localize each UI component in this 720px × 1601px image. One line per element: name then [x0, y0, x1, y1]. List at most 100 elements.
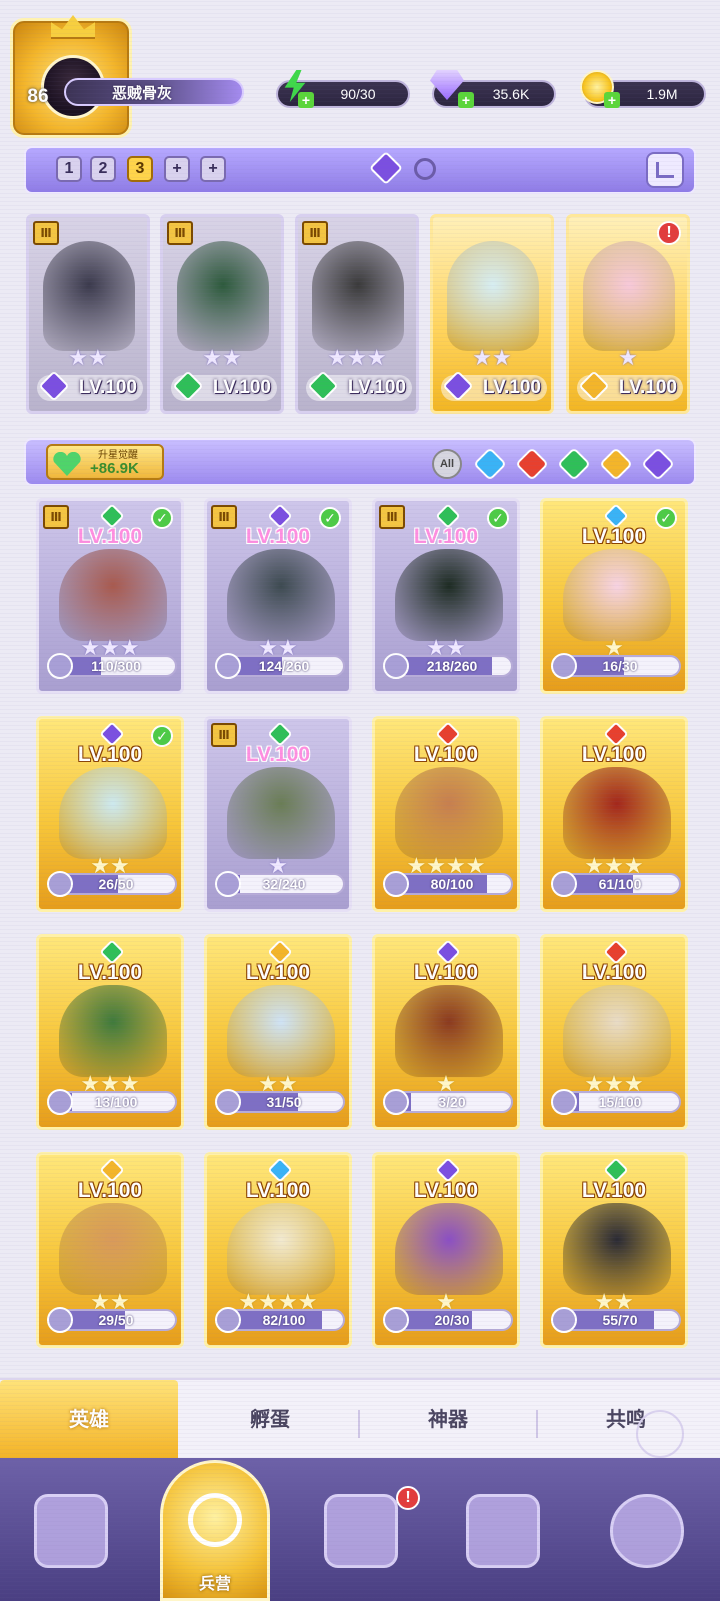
shard-count: 80/100 — [430, 876, 474, 892]
check-icon: ✓ — [151, 725, 173, 747]
rank-badge-icon: Ⅲ — [33, 221, 59, 245]
search-icon[interactable] — [414, 158, 436, 180]
shard-icon — [47, 653, 73, 679]
player-level: 86 — [27, 86, 49, 107]
tab-artifacts[interactable]: 神器 — [362, 1398, 534, 1442]
hero-card[interactable]: LV.100 ★ 16/30 ✓ — [540, 498, 688, 694]
star-awaken-value: +86.9K — [90, 460, 139, 477]
hero-card[interactable]: LV.100 ★★ 55/70 — [540, 1152, 688, 1348]
guild-nav-icon[interactable] — [610, 1494, 684, 1568]
team-slot-add-2[interactable]: + — [200, 156, 226, 182]
energy-plus-button[interactable]: + — [298, 92, 314, 108]
shard-count: 15/100 — [598, 1094, 642, 1110]
team-slot-2[interactable]: 2 — [90, 156, 116, 182]
hero-portrait — [227, 1203, 335, 1295]
floating-ring-icon[interactable] — [636, 1410, 684, 1458]
gems-plus-button[interactable]: + — [458, 92, 474, 108]
hero-portrait — [395, 985, 503, 1077]
hero-card[interactable]: LV.100 ★★ 31/50 — [204, 934, 352, 1130]
share-icon[interactable] — [646, 152, 684, 188]
check-icon: ✓ — [151, 507, 173, 529]
hero-card[interactable]: LV.100 ★ 32/240 Ⅲ — [204, 716, 352, 912]
shard-count: 124/260 — [258, 658, 310, 674]
check-icon: ✓ — [487, 507, 509, 529]
hero-level: LV.100 — [581, 743, 647, 766]
fist-icon — [188, 1493, 242, 1547]
shard-icon — [551, 871, 577, 897]
shard-progress-bar: 110/300 — [55, 655, 177, 677]
shard-progress-bar: 29/50 — [55, 1309, 177, 1331]
tab-divider — [358, 1410, 360, 1438]
team-slot-3[interactable]: 3 — [127, 156, 153, 182]
hero-portrait — [447, 241, 539, 351]
shard-count: 13/100 — [94, 1094, 138, 1110]
shard-count: 55/70 — [602, 1312, 638, 1328]
hero-portrait — [59, 549, 167, 641]
shard-progress-bar: 31/50 — [223, 1091, 345, 1113]
shard-progress-bar: 55/70 — [559, 1309, 681, 1331]
team-hero-card[interactable]: ★ LV.100! — [566, 214, 690, 414]
hero-stars: ★★ — [472, 345, 512, 370]
shard-count: 218/260 — [426, 658, 478, 674]
hero-card[interactable]: LV.100 ★★ 218/260 ✓ Ⅲ — [372, 498, 520, 694]
shard-progress-bar: 61/100 — [559, 873, 681, 895]
hero-card[interactable]: LV.100 ★★★ 61/100 — [540, 716, 688, 912]
shard-icon — [47, 1089, 73, 1115]
rank-badge-icon: Ⅲ — [302, 221, 328, 245]
hero-card[interactable]: LV.100 ★★ 124/260 ✓ Ⅲ — [204, 498, 352, 694]
book-nav-icon[interactable] — [324, 1494, 398, 1568]
hero-card[interactable]: LV.100 ★★ 29/50 — [36, 1152, 184, 1348]
hero-card[interactable]: LV.100 ★★ 26/50 ✓ — [36, 716, 184, 912]
shard-icon — [215, 871, 241, 897]
hero-card[interactable]: LV.100 ★ 20/30 — [372, 1152, 520, 1348]
shard-count: 31/50 — [266, 1094, 302, 1110]
gold-plus-button[interactable]: + — [604, 92, 620, 108]
team-slot-1[interactable]: 1 — [56, 156, 82, 182]
shard-progress-bar: 218/260 — [391, 655, 513, 677]
notification-badge: ! — [657, 221, 681, 245]
star-awaken-label: 升星觉醒 — [98, 450, 138, 461]
hero-level: LV.100 — [581, 1179, 647, 1202]
hero-stars: ★★ — [202, 345, 242, 370]
tab-resonance[interactable]: 共鸣 — [540, 1398, 712, 1442]
notification-badge: ! — [396, 1486, 420, 1510]
check-icon: ✓ — [655, 507, 677, 529]
team-hero-card[interactable]: ★★★ LV.100 Ⅲ — [295, 214, 419, 414]
team-hero-card[interactable]: ★★ LV.100 Ⅲ — [160, 214, 284, 414]
hero-level: LV.100 — [413, 1179, 479, 1202]
shard-count: 82/100 — [262, 1312, 306, 1328]
shop-nav-icon[interactable] — [466, 1494, 540, 1568]
hero-level: LV.100 — [413, 743, 479, 766]
hero-card[interactable]: LV.100 ★★★ 110/300 ✓ Ⅲ — [36, 498, 184, 694]
team-slot-add-1[interactable]: + — [164, 156, 190, 182]
hero-card[interactable]: LV.100 ★★★ 13/100 — [36, 934, 184, 1130]
shard-icon — [215, 1089, 241, 1115]
filter-all-button[interactable]: All — [432, 449, 462, 479]
hero-card[interactable]: LV.100 ★★★ 15/100 — [540, 934, 688, 1130]
barracks-nav-label: 兵营 — [198, 1576, 231, 1593]
shard-progress-bar: 20/30 — [391, 1309, 513, 1331]
hero-card[interactable]: LV.100 ★★★★ 80/100 — [372, 716, 520, 912]
hero-level: LV.100 — [245, 1179, 311, 1202]
hero-level: LV.100 — [245, 961, 311, 984]
hero-card[interactable]: LV.100 ★ 3/20 — [372, 934, 520, 1130]
shard-icon — [47, 1307, 73, 1333]
rank-badge-icon: Ⅲ — [379, 505, 405, 529]
tab-heroes[interactable]: 英雄 — [0, 1398, 178, 1442]
hero-portrait — [583, 241, 675, 351]
team-hero-card[interactable]: ★★ LV.100 Ⅲ — [26, 214, 150, 414]
hero-card[interactable]: LV.100 ★★★★ 82/100 — [204, 1152, 352, 1348]
cards-nav-icon[interactable] — [34, 1494, 108, 1568]
shard-icon — [383, 1089, 409, 1115]
hero-portrait — [312, 241, 404, 351]
shard-icon — [551, 1089, 577, 1115]
shard-progress-bar: 26/50 — [55, 873, 177, 895]
shard-icon — [383, 1307, 409, 1333]
team-hero-card[interactable]: ★★ LV.100 — [430, 214, 554, 414]
tab-eggs[interactable]: 孵蛋 — [184, 1398, 356, 1442]
shard-count: 110/300 — [91, 658, 141, 674]
shard-icon — [215, 1307, 241, 1333]
hero-portrait — [227, 767, 335, 859]
hero-portrait — [395, 549, 503, 641]
hero-portrait — [563, 985, 671, 1077]
